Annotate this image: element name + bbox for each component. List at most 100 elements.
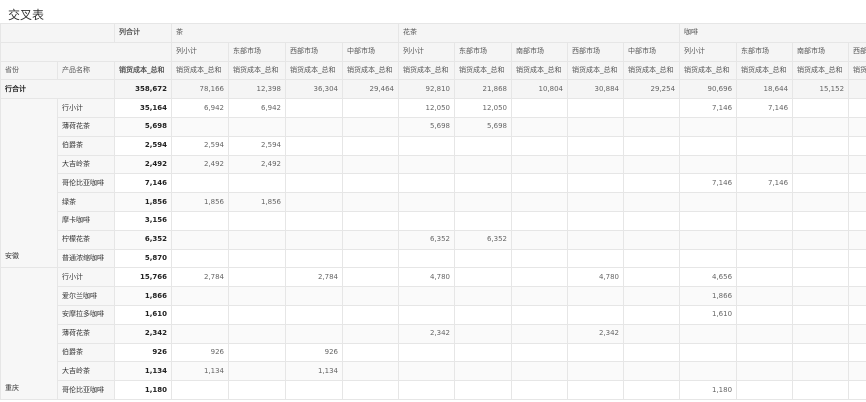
data-cell: 7,146 [679, 98, 738, 118]
header-row-subcols: 列小计 东部市场 西部市场 中部市场 列小计 东部市场 南部市场 西部市场 中部市场 列小计 东部市… [0, 41, 866, 62]
row-total-value: 36,304 [285, 79, 343, 100]
product-name[interactable]: 薄荷花茶 [57, 323, 115, 344]
data-cell [342, 98, 399, 118]
row-sum-cell: 1,180 [114, 380, 172, 400]
product-name[interactable]: 伯爵茶 [57, 135, 115, 156]
row-sum-cell: 1,134 [114, 361, 172, 382]
data-cell [171, 210, 229, 231]
header-measure[interactable]: 销货成本_总和 [171, 60, 229, 81]
product-name[interactable]: 摩卡咖啡 [57, 210, 115, 231]
data-cell [171, 323, 229, 344]
data-cell [398, 342, 455, 363]
data-cell [454, 380, 512, 400]
header-measure[interactable]: 销货成本_总和 [792, 60, 850, 81]
data-cell [454, 323, 512, 344]
data-cell [622, 304, 681, 325]
header-corner [0, 41, 172, 62]
data-cell [398, 192, 455, 212]
data-cell [342, 210, 399, 231]
product-name[interactable]: 伯爵茶 [57, 342, 115, 363]
row-total-value: 78,166 [171, 79, 229, 100]
data-cell [736, 154, 794, 175]
product-name[interactable]: 安摩拉多咖啡 [57, 304, 115, 325]
product-name[interactable]: 柠檬花茶 [57, 229, 115, 250]
data-cell [454, 267, 512, 288]
header-measure[interactable]: 销货成本_总和 [736, 60, 794, 81]
header-subcol[interactable]: 南部市场 [511, 41, 568, 62]
header-measure[interactable]: 销货成本_总和 [285, 60, 343, 81]
header-subcol[interactable]: 中部市场 [622, 41, 681, 62]
header-subcol[interactable]: 南部市场 [792, 41, 850, 62]
data-cell [679, 116, 738, 137]
header-group-coffee[interactable]: 咖啡 [679, 23, 866, 43]
crosstab-container[interactable]: 列合计茶花茶 咖啡 列小计 东部市场 西部市场 中部市场 列小计 东部市场 南部市场 西部市场中… [0, 23, 866, 402]
data-cell: 2,342 [567, 323, 624, 344]
header-subcol[interactable]: 东部市场 [736, 41, 794, 62]
header-subcol[interactable]: 中部市场 [342, 41, 399, 62]
product-name[interactable]: 爱尔兰咖啡 [57, 286, 115, 306]
data-cell: 12,050 [398, 98, 455, 118]
table-row: 安徽 行小计 35,164 6,942 6,942 12,050 12,050 7,146 7,… [0, 98, 866, 269]
product-name[interactable]: 行小计 [57, 267, 115, 288]
header-measure[interactable]: 销货成本_总和 [454, 60, 512, 81]
product-name[interactable]: 行小计 [57, 98, 115, 118]
header-measure[interactable]: 销货成本_总和 [622, 60, 681, 81]
row-sum-cell: 1,856 [114, 192, 172, 212]
header-subcol[interactable]: 列小计 [679, 41, 738, 62]
product-name[interactable]: 普通浓缩咖啡 [57, 248, 115, 269]
header-subcol[interactable]: 列小计 [171, 41, 229, 62]
product-name[interactable]: 大吉岭茶 [57, 154, 115, 175]
header-subcol[interactable]: 东部市场 [228, 41, 286, 62]
data-cell [171, 380, 229, 400]
table-row: 绿茶 1,856 1,856 1,856 [1, 192, 866, 212]
header-measure[interactable]: 销货成本_总和 [567, 60, 624, 81]
product-name[interactable]: 绿茶 [57, 192, 115, 212]
data-cell [285, 173, 343, 194]
header-measure[interactable]: 销货成本_总和 [114, 60, 172, 81]
header-subcol[interactable]: 东部市场 [454, 41, 512, 62]
table-row: 大吉岭茶 1,134 1,134 1,134 [1, 361, 866, 382]
data-cell [567, 380, 624, 400]
header-subcol[interactable]: 列小计 [398, 41, 455, 62]
data-cell [342, 342, 399, 363]
header-measure[interactable]: 销货成本_总和 [679, 60, 738, 81]
data-cell [679, 229, 738, 250]
header-group-flower-tea[interactable]: 花茶 [397, 23, 681, 43]
product-name[interactable]: 哥伦比亚咖啡 [57, 173, 115, 194]
product-name[interactable]: 大吉岭茶 [57, 361, 115, 382]
header-group-tea[interactable]: 茶 [171, 23, 399, 43]
table-row: 普通浓缩咖啡 5,870 [1, 248, 866, 269]
data-cell [228, 267, 286, 288]
data-cell [679, 361, 738, 382]
data-cell [679, 323, 738, 344]
header-measure[interactable]: 销货成本_总和 [228, 60, 286, 81]
data-cell [622, 361, 681, 382]
row-sum-cell: 15,766 [114, 267, 172, 288]
header-measure[interactable]: 销货成本_总和 [342, 60, 399, 81]
header-total-col[interactable]: 列合计 [114, 23, 172, 43]
data-cell [567, 248, 624, 269]
data-cell [679, 135, 738, 156]
header-measure[interactable]: 销货成本_总和 [848, 60, 866, 81]
data-cell [342, 116, 399, 137]
data-cell: 6,352 [398, 229, 455, 250]
header-subcol[interactable]: 西部市场 [567, 41, 624, 62]
data-cell [398, 361, 455, 382]
data-cell [342, 267, 399, 288]
header-dim-province[interactable]: 省份 [0, 60, 58, 81]
header-measure[interactable]: 销货成本_总和 [398, 60, 455, 81]
data-cell [171, 173, 229, 194]
data-cell [792, 154, 850, 175]
data-cell [622, 248, 681, 269]
product-name[interactable]: 哥伦比亚咖啡 [57, 380, 115, 400]
header-measure[interactable]: 销货成本_总和 [511, 60, 568, 81]
data-cell [622, 192, 681, 212]
data-cell [736, 248, 794, 269]
header-dim-product[interactable]: 产品名称 [57, 60, 115, 81]
data-cell [228, 380, 286, 400]
row-sum-cell: 2,594 [114, 135, 172, 156]
data-cell [342, 229, 399, 250]
header-subcol[interactable]: 西部市场 [285, 41, 343, 62]
product-name[interactable]: 薄荷花茶 [57, 116, 115, 137]
header-subcol[interactable]: 西部市场 [848, 41, 866, 62]
